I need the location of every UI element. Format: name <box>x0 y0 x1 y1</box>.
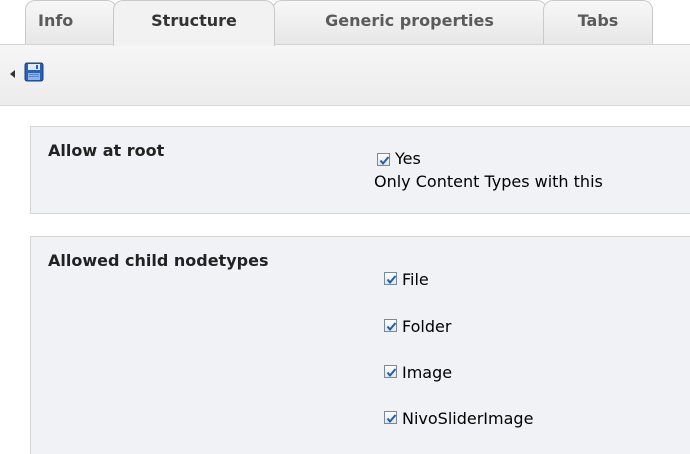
tab-generic-properties[interactable]: Generic properties <box>272 0 547 44</box>
child-type-label-image: Image <box>402 363 453 382</box>
checkmark-icon <box>386 414 397 424</box>
allow-at-root-option-label: Yes <box>395 149 421 168</box>
child-type-label-file: File <box>402 270 429 289</box>
checkmark-icon <box>386 322 397 332</box>
child-type-label-folder: Folder <box>402 317 452 336</box>
checkmark-icon <box>386 368 397 378</box>
save-button[interactable] <box>24 62 44 82</box>
child-type-checkbox-nivosliderimage[interactable] <box>384 411 397 424</box>
allow-at-root-label: Allow at root <box>48 141 165 160</box>
document-type-editor: Info Structure Generic properties Tabs A… <box>0 0 690 454</box>
tab-tabs[interactable]: Tabs <box>543 0 653 44</box>
checkmark-icon <box>386 275 397 285</box>
allow-at-root-hint: Only Content Types with this <box>374 172 603 191</box>
allowed-child-nodetypes-panel: Allowed child nodetypes File Folder Imag… <box>30 236 690 454</box>
tab-structure[interactable]: Structure <box>113 0 275 46</box>
floppy-disk-icon <box>24 62 44 82</box>
allow-at-root-checkbox[interactable] <box>377 153 390 166</box>
checkmark-icon <box>379 156 390 166</box>
triangle-left-icon[interactable] <box>10 70 15 78</box>
child-type-checkbox-file[interactable] <box>384 272 397 285</box>
allowed-child-nodetypes-label: Allowed child nodetypes <box>48 251 269 270</box>
tab-strip: Info Structure Generic properties Tabs <box>0 0 690 46</box>
tab-info[interactable]: Info <box>25 0 117 44</box>
allow-at-root-panel: Allow at root Yes Only Content Types wit… <box>30 126 690 214</box>
child-type-checkbox-folder[interactable] <box>384 319 397 332</box>
toolbar <box>0 44 690 106</box>
child-type-checkbox-image[interactable] <box>384 365 397 378</box>
content-area: Allow at root Yes Only Content Types wit… <box>0 106 690 454</box>
child-type-label-nivosliderimage: NivoSliderImage <box>402 409 534 428</box>
